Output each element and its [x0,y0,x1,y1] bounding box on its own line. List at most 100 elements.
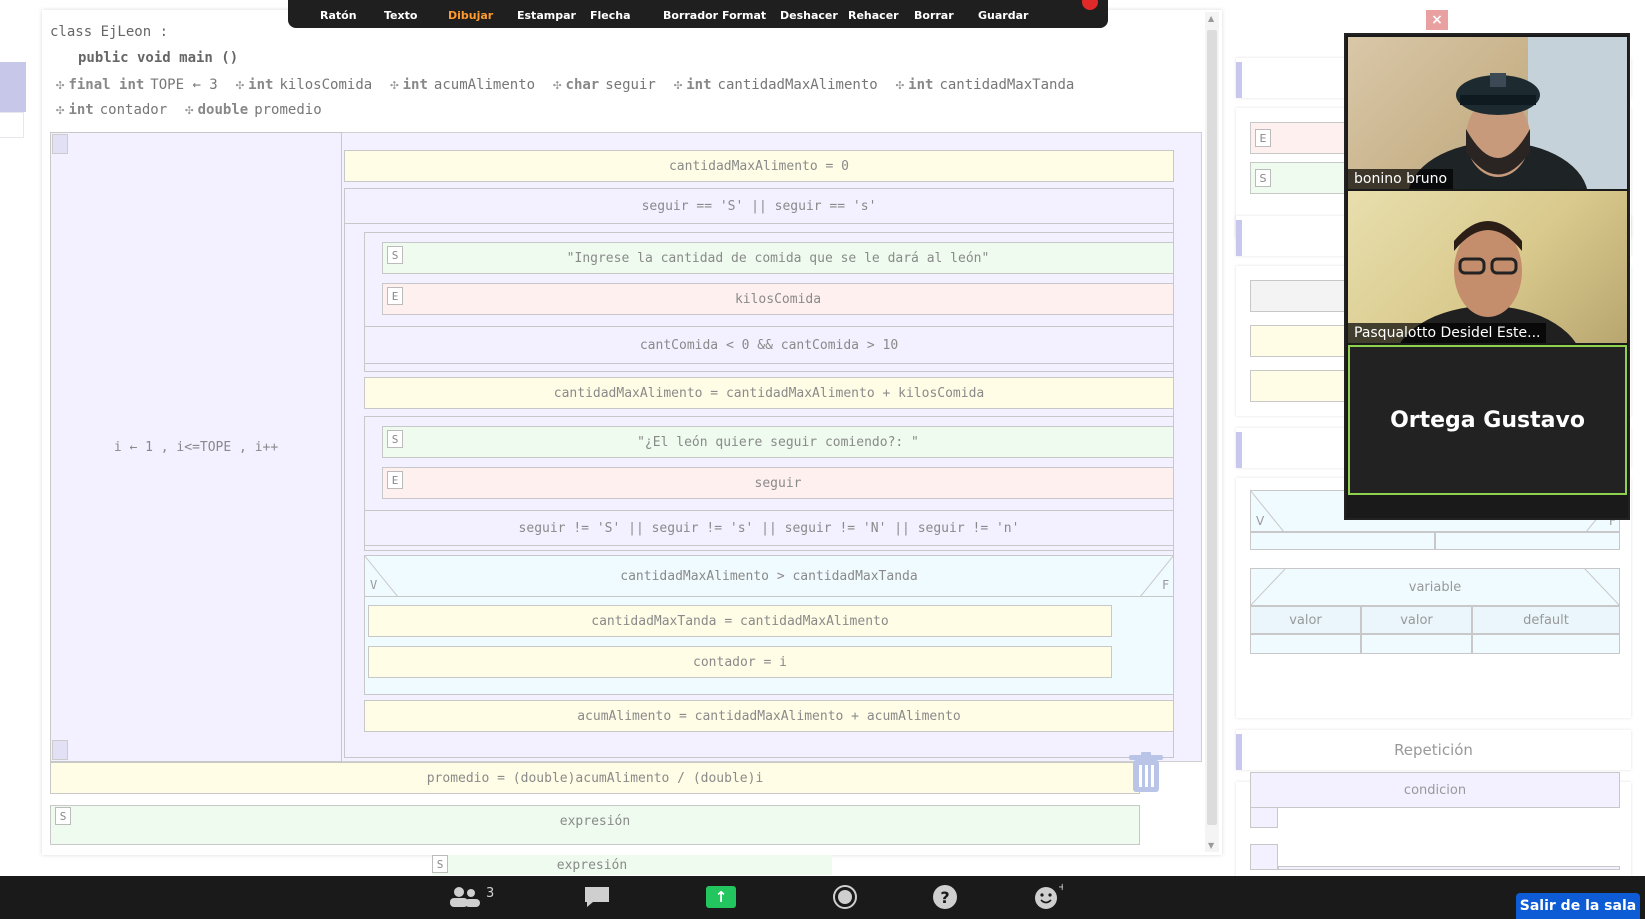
participant-avatar-2 [1400,221,1576,343]
until-condition-1[interactable]: cantComida < 0 && cantComida > 10 [364,326,1174,364]
palette-switch-case-2[interactable]: valor [1361,606,1472,634]
toolbar-deshacer-button[interactable]: Deshacer [780,9,838,22]
scroll-down-icon[interactable]: ▼ [1208,841,1214,850]
record-icon[interactable] [832,884,858,910]
output-tag: S [432,855,448,873]
declaration-type: int [248,77,274,93]
assign-block-2[interactable]: cantidadMaxAlimento = cantidadMaxAliment… [364,377,1174,409]
chat-icon[interactable] [583,885,611,909]
editor-scrollbar[interactable]: ▲ ▼ [1205,12,1219,852]
toolbar-rehacer-button[interactable]: Rehacer [848,9,899,22]
declaration-name: seguir [605,77,656,93]
toolbar-flecha-button[interactable]: Flecha [590,9,631,22]
declaration-item[interactable]: ✣ int acumAlimento [390,77,535,93]
declaration-item[interactable]: ✣ int kilosComida [236,77,372,93]
palette-repeticion-header[interactable]: Repetición [1236,730,1631,770]
output-block-2[interactable]: S "¿El león quiere seguir comiendo?: " [382,426,1174,458]
toolbar-borrar-button[interactable]: Borrar [914,9,954,22]
palette-if-false-branch[interactable] [1435,532,1620,550]
palette-repeticion-label: Repetición [1394,741,1473,759]
then-assign-2[interactable]: contador = i [368,646,1112,678]
while-condition[interactable]: seguir == 'S' || seguir == 's' [344,188,1174,224]
declaration-name: acumAlimento [433,77,536,93]
output-block-1[interactable]: S "Ingrese la cantidad de comida que se … [382,242,1174,274]
reactions-icon[interactable]: + [1033,882,1063,910]
then-assign-1[interactable]: cantidadMaxTanda = cantidadMaxAlimento [368,605,1112,637]
drag-handle-icon[interactable]: ✣ [56,102,64,118]
help-icon[interactable]: ? [932,884,958,910]
output-tag: S [55,807,71,825]
output-text-3: expresión [559,814,631,829]
declaration-item[interactable]: ✣ int cantidadMaxTanda [896,77,1075,93]
drag-handle-icon[interactable]: ✣ [896,77,904,93]
palette-if-v: V [1256,514,1265,528]
output-tag: S [387,430,403,448]
left-panel-tab-2[interactable] [0,112,24,138]
declaration-item[interactable]: ✣ int cantidadMaxAlimento [674,77,878,93]
declaration-name: cantidadMaxAlimento [717,77,878,93]
declaration-type: int [686,77,712,93]
leave-room-button[interactable]: Salir de la sala [1516,893,1640,919]
declaration-item[interactable]: ✣ char seguir [553,77,656,93]
declaration-item[interactable]: ✣ final int TOPE ← 3 [56,77,218,93]
participants-icon[interactable] [448,885,482,909]
palette-while-block[interactable]: condicion [1250,772,1620,808]
toolbar-guardar-button[interactable]: Guardar [978,9,1028,22]
declaration-type: int [68,102,94,118]
drag-handle-icon[interactable]: ✣ [390,77,398,93]
video-tile-3[interactable]: Ortega Gustavo [1348,345,1627,495]
palette-switch-default[interactable]: default [1472,606,1620,634]
participant-avatar-1 [1408,37,1627,189]
for-header-text: i ← 1 , i<=TOPE , i++ [113,439,279,455]
annotation-toolbar: Ratón Texto Dibujar Estampar Flecha Borrador F… [288,0,1108,28]
toolbar-format-button[interactable]: Format [722,9,766,22]
output-block-3[interactable]: S expresión [50,805,1140,845]
drag-handle-icon[interactable]: ✣ [56,77,64,93]
toolbar-texto-button[interactable]: Texto [384,9,417,22]
video-tile-2[interactable]: Pasqualotto Desidel Este... [1348,191,1627,343]
input-block-2[interactable]: E seguir [382,467,1174,499]
scroll-up-icon[interactable]: ▲ [1208,14,1214,23]
stop-icon[interactable] [1082,0,1098,10]
drag-handle-icon[interactable]: ✣ [185,102,193,118]
palette-if-true-branch[interactable] [1250,532,1435,550]
video-tile-1[interactable]: bonino bruno [1348,37,1627,189]
palette-do-while-block[interactable] [1250,844,1278,870]
until-condition-2[interactable]: seguir != 'S' || seguir != 's' || seguir… [364,510,1174,546]
palette-while-condition: condicion [1403,782,1467,798]
svg-text:+: + [1058,882,1063,893]
output-block-4[interactable]: S expresión [432,855,832,875]
output-text-4: expresión [556,857,628,873]
palette-switch-body-3 [1472,634,1620,654]
palette-switch-case-1[interactable]: valor [1250,606,1361,634]
toolbar-borrador-button[interactable]: Borrador [663,9,718,22]
toolbar-ratn-button[interactable]: Ratón [320,9,357,22]
toolbar-dibujar-button[interactable]: Dibujar [448,9,493,22]
for-loop-header[interactable]: i ← 1 , i<=TOPE , i++ [50,132,342,762]
close-icon[interactable]: × [1426,10,1448,30]
assign-block-3[interactable]: acumAlimento = cantidadMaxAlimento + acu… [364,700,1174,732]
palette-case-label-1: valor [1289,612,1322,628]
declaration-item[interactable]: ✣ double promedio [185,102,321,118]
assign-block-1[interactable]: cantidadMaxAlimento = 0 [344,150,1174,182]
trash-icon[interactable] [1129,752,1163,794]
declaration-name: contador [99,102,168,118]
declaration-item[interactable]: ✣ int contador [56,102,167,118]
output-tag: S [387,246,403,264]
declarations-row-1: ✣ final int TOPE ← 3 ✣ int kilosComida ✣ int acu… [56,75,1092,95]
drag-handle-icon[interactable]: ✣ [553,77,561,93]
output-text-2: "¿El león quiere seguir comiendo?: " [637,434,919,450]
left-panel-tab[interactable] [0,62,26,112]
share-screen-icon[interactable]: ↑ [706,886,736,908]
toolbar-estampar-button[interactable]: Estampar [517,9,576,22]
for-bottom-handle[interactable] [52,740,68,760]
input-tag: E [387,287,403,305]
drag-handle-icon[interactable]: ✣ [236,77,244,93]
palette-accent-2 [1236,220,1242,256]
input-block-1[interactable]: E kilosComida [382,283,1174,315]
drag-handle-icon[interactable]: ✣ [674,77,682,93]
assign-promedio[interactable]: promedio = (double)acumAlimento / (doubl… [50,762,1140,794]
palette-case-label-3: default [1523,612,1569,628]
scrollbar-thumb[interactable] [1207,30,1217,825]
for-top-handle[interactable] [52,134,68,154]
